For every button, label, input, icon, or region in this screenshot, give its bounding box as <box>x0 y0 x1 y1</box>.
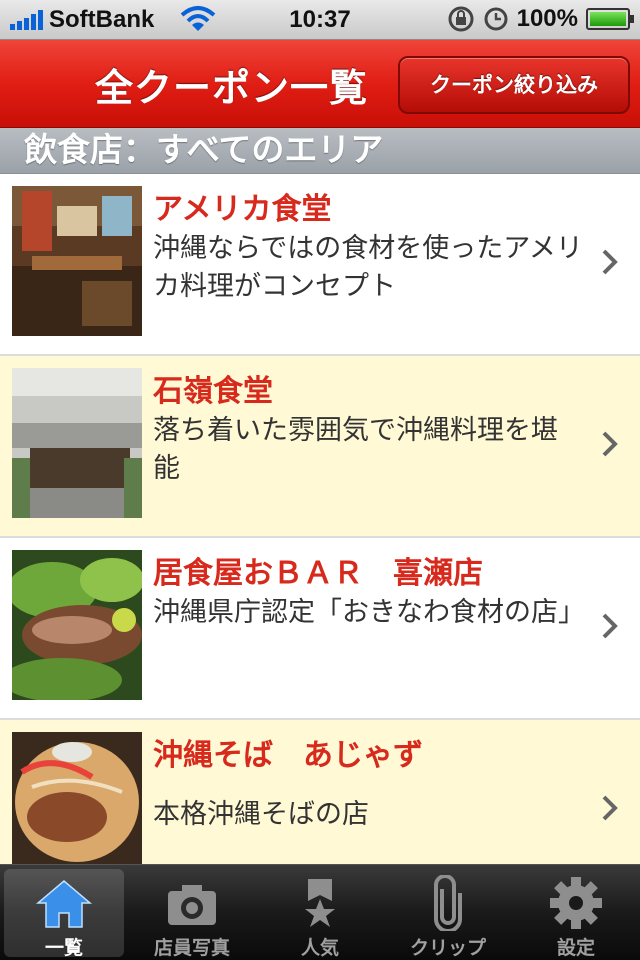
paperclip-icon <box>434 875 462 931</box>
chevron-right-icon <box>602 795 618 821</box>
home-icon <box>35 880 93 928</box>
section-header: 飲食店：すべてのエリア <box>0 128 640 174</box>
tab-list[interactable]: 一覧 <box>4 869 124 959</box>
coupon-filter-button[interactable]: クーポン絞り込み <box>398 56 630 114</box>
alarm-clock-icon <box>484 7 508 31</box>
gear-icon <box>550 877 602 929</box>
list-item[interactable]: 石嶺食堂 落ち着いた雰囲気で沖縄料理を堪能 <box>0 356 640 538</box>
tab-popular[interactable]: 人気 <box>260 869 380 959</box>
tab-clip[interactable]: クリップ <box>388 869 508 959</box>
camera-icon <box>168 885 216 925</box>
list-item[interactable]: 居食屋おＢＡＲ 喜瀬店 沖縄県庁認定「おきなわ食材の店」 <box>0 538 640 720</box>
rotation-lock-icon <box>448 6 474 32</box>
ribbon-star-icon <box>305 879 335 927</box>
restaurant-thumbnail <box>12 186 142 336</box>
tab-staff-photos[interactable]: 店員写真 <box>132 869 252 959</box>
restaurant-thumbnail <box>12 732 142 882</box>
tab-label: 人気 <box>300 937 339 959</box>
restaurant-name: 居食屋おＢＡＲ 喜瀬店 <box>153 556 483 591</box>
status-right: 100% <box>447 5 634 33</box>
battery-icon <box>586 8 634 30</box>
restaurant-description: 落ち着いた雰囲気で沖縄料理を堪能 <box>153 415 558 484</box>
battery-percent: 100% <box>516 5 578 32</box>
status-bar: SoftBank 10:37 100% <box>0 0 640 40</box>
chevron-right-icon <box>602 431 618 457</box>
restaurant-thumbnail <box>12 368 142 518</box>
chevron-right-icon <box>602 249 618 275</box>
list-item[interactable]: アメリカ食堂 沖縄ならではの食材を使ったアメリカ料理がコンセプト <box>0 174 640 356</box>
tab-label: 一覧 <box>44 937 83 959</box>
tab-bar: 一覧 店員写真 人気 クリップ 設定 <box>0 864 640 960</box>
restaurant-description: 沖縄県庁認定「おきなわ食材の店」 <box>153 597 585 628</box>
coupon-list: アメリカ食堂 沖縄ならではの食材を使ったアメリカ料理がコンセプト 石嶺食堂 落ち… <box>0 174 640 902</box>
tab-label: 店員写真 <box>153 937 230 959</box>
chevron-right-icon <box>602 613 618 639</box>
restaurant-description: 沖縄ならではの食材を使ったアメリカ料理がコンセプト <box>153 233 583 302</box>
restaurant-name: 沖縄そば あじゃず <box>153 738 423 773</box>
restaurant-name: 石嶺食堂 <box>153 374 273 409</box>
tab-label: クリップ <box>409 937 486 959</box>
restaurant-name: アメリカ食堂 <box>153 192 332 227</box>
nav-bar: 全クーポン一覧 クーポン絞り込み <box>0 40 640 128</box>
restaurant-description: 本格沖縄そばの店 <box>153 799 369 830</box>
tab-settings[interactable]: 設定 <box>516 869 636 959</box>
page-title: 全クーポン一覧 <box>95 66 369 110</box>
tab-label: 設定 <box>556 937 595 959</box>
restaurant-thumbnail <box>12 550 142 700</box>
